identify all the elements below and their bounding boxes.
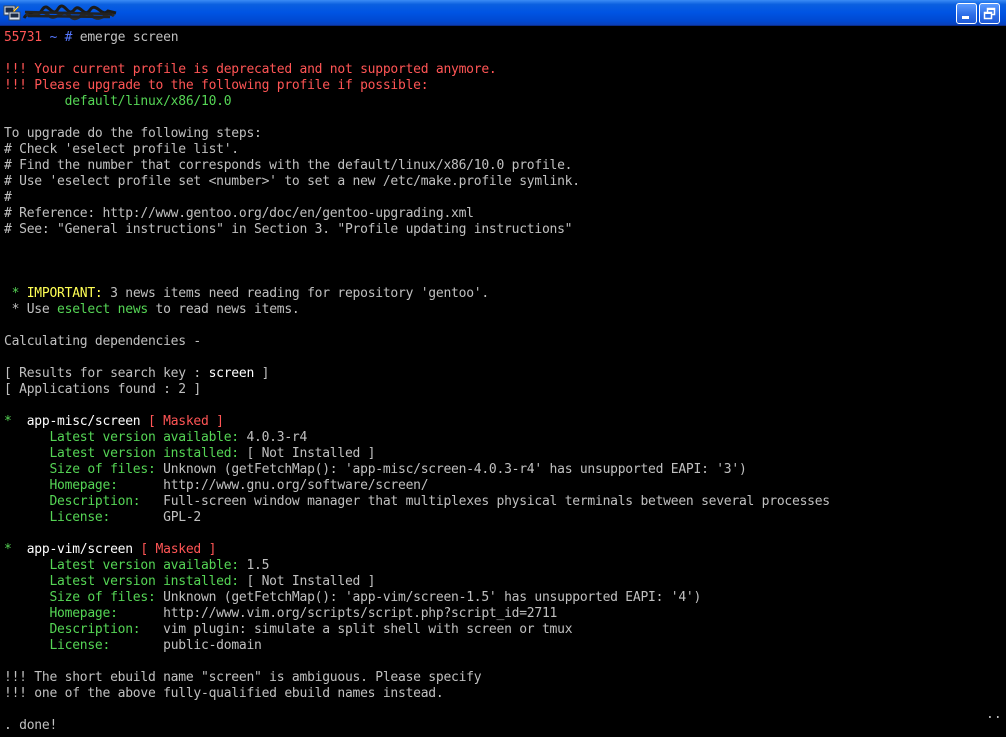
upgrade-step: # Reference: http://www.gentoo.org/doc/e… bbox=[4, 206, 474, 221]
field-value: http://www.gnu.org/software/screen/ bbox=[163, 478, 429, 493]
prompt-command: emerge screen bbox=[79, 30, 179, 45]
field-label: Latest version installed: bbox=[4, 574, 247, 589]
field-label: Size of files: bbox=[4, 590, 164, 605]
package-field: Homepage: http://www.gnu.org/software/sc… bbox=[4, 478, 428, 494]
upgrade-step: # Use 'eselect profile set <number>' to … bbox=[4, 174, 580, 189]
news-star: * bbox=[4, 286, 27, 301]
news-important-label: IMPORTANT: bbox=[26, 286, 103, 301]
search-suffix: ] bbox=[254, 366, 270, 381]
minimize-icon bbox=[962, 16, 969, 19]
field-value: [ Not Installed ] bbox=[246, 446, 376, 461]
news-important-text: 3 news items need reading for repository… bbox=[102, 286, 489, 301]
search-results-line: [ Results for search key : screen ] bbox=[4, 366, 269, 382]
package-field: Description: Full-screen window manager … bbox=[4, 494, 830, 510]
field-label: Size of files: bbox=[4, 462, 164, 477]
upgrade-step: # See: "General instructions" in Section… bbox=[4, 222, 573, 237]
prompt-symbol: # bbox=[64, 30, 73, 45]
deprecation-warning: !!! Your current profile is deprecated a… bbox=[4, 62, 497, 77]
upgrade-step: # Check 'eselect profile list'. bbox=[4, 142, 239, 157]
calculating-line: Calculating dependencies - bbox=[4, 334, 201, 349]
package-name: app-misc/screen bbox=[26, 414, 141, 429]
package-field: Latest version available: 4.0.3-r4 bbox=[4, 430, 307, 446]
upgrade-warning: !!! Please upgrade to the following prof… bbox=[4, 78, 429, 93]
package-field: Latest version available: 1.5 bbox=[4, 558, 269, 574]
news-use-prefix: * Use bbox=[4, 302, 58, 317]
field-value: Unknown (getFetchMap(): 'app-vim/screen-… bbox=[163, 590, 702, 605]
masked-badge: [ Masked ] bbox=[132, 542, 217, 557]
field-label: License: bbox=[4, 638, 164, 653]
field-label: Homepage: bbox=[4, 606, 164, 621]
field-value: Unknown (getFetchMap(): 'app-misc/screen… bbox=[163, 462, 747, 477]
package-field: Size of files: Unknown (getFetchMap(): '… bbox=[4, 590, 701, 606]
apps-found-line: [ Applications found : 2 ] bbox=[4, 382, 201, 397]
ambiguous-warning: !!! The short ebuild name "screen" is am… bbox=[4, 670, 482, 685]
package-field: Size of files: Unknown (getFetchMap(): '… bbox=[4, 462, 747, 478]
package-field: Latest version installed: [ Not Installe… bbox=[4, 446, 375, 462]
upgrade-step: # Find the number that corresponds with … bbox=[4, 158, 573, 173]
news-important-line: * IMPORTANT: 3 news items need reading f… bbox=[4, 286, 490, 302]
continuation-dots: .. bbox=[986, 707, 1002, 722]
field-value: public-domain bbox=[163, 638, 262, 653]
field-label: Homepage: bbox=[4, 478, 164, 493]
field-label: License: bbox=[4, 510, 164, 525]
news-use-line: * Use eselect news to read news items. bbox=[4, 302, 300, 318]
field-label: Latest version installed: bbox=[4, 446, 247, 461]
restore-icon bbox=[983, 7, 996, 20]
field-value: Full-screen window manager that multiple… bbox=[163, 494, 830, 509]
package-field: Latest version installed: [ Not Installe… bbox=[4, 574, 375, 590]
search-prefix: [ Results for search key : bbox=[4, 366, 209, 381]
field-value: vim plugin: simulate a split shell with … bbox=[163, 622, 573, 637]
package-field: License: public-domain bbox=[4, 638, 262, 654]
package-header: * app-misc/screen [ Masked ] bbox=[4, 414, 224, 430]
done-line: . done! bbox=[4, 718, 58, 733]
package-star: * bbox=[4, 414, 27, 429]
upgrade-step: To upgrade do the following steps: bbox=[4, 126, 262, 141]
minimize-button[interactable] bbox=[956, 3, 977, 24]
ambiguous-warning: !!! one of the above fully-qualified ebu… bbox=[4, 686, 444, 701]
field-label: Latest version available: bbox=[4, 430, 247, 445]
package-field: Homepage: http://www.vim.org/scripts/scr… bbox=[4, 606, 557, 622]
redacted-title-scribble bbox=[22, 4, 117, 21]
suggested-profile: default/linux/x86/10.0 bbox=[4, 94, 232, 109]
prompt-line: 55731 ~ # emerge screen bbox=[4, 30, 179, 46]
restore-button[interactable] bbox=[979, 3, 1000, 24]
package-field: Description: vim plugin: simulate a spli… bbox=[4, 622, 572, 638]
putty-icon[interactable] bbox=[3, 4, 21, 22]
prompt-path: ~ bbox=[49, 30, 58, 45]
package-field: License: GPL-2 bbox=[4, 510, 201, 526]
masked-badge: [ Masked ] bbox=[140, 414, 224, 429]
prompt-host: 55731 bbox=[4, 30, 42, 45]
news-command: eselect news bbox=[57, 302, 148, 317]
field-value: GPL-2 bbox=[163, 510, 202, 525]
title-bar[interactable] bbox=[0, 0, 1006, 26]
package-name: app-vim/screen bbox=[26, 542, 133, 557]
field-label: Description: bbox=[4, 622, 164, 637]
field-label: Latest version available: bbox=[4, 558, 247, 573]
field-value: [ Not Installed ] bbox=[246, 574, 376, 589]
terminal-output[interactable]: 55731 ~ # emerge screen !!! Your current… bbox=[0, 27, 1006, 737]
news-use-suffix: to read news items. bbox=[147, 302, 300, 317]
package-star: * bbox=[4, 542, 27, 557]
upgrade-step: # bbox=[4, 190, 12, 205]
search-key: screen bbox=[208, 366, 255, 381]
field-label: Description: bbox=[4, 494, 164, 509]
package-header: * app-vim/screen [ Masked ] bbox=[4, 542, 216, 558]
field-value: http://www.vim.org/scripts/script.php?sc… bbox=[163, 606, 558, 621]
field-value: 1.5 bbox=[246, 558, 270, 573]
field-value: 4.0.3-r4 bbox=[246, 430, 308, 445]
